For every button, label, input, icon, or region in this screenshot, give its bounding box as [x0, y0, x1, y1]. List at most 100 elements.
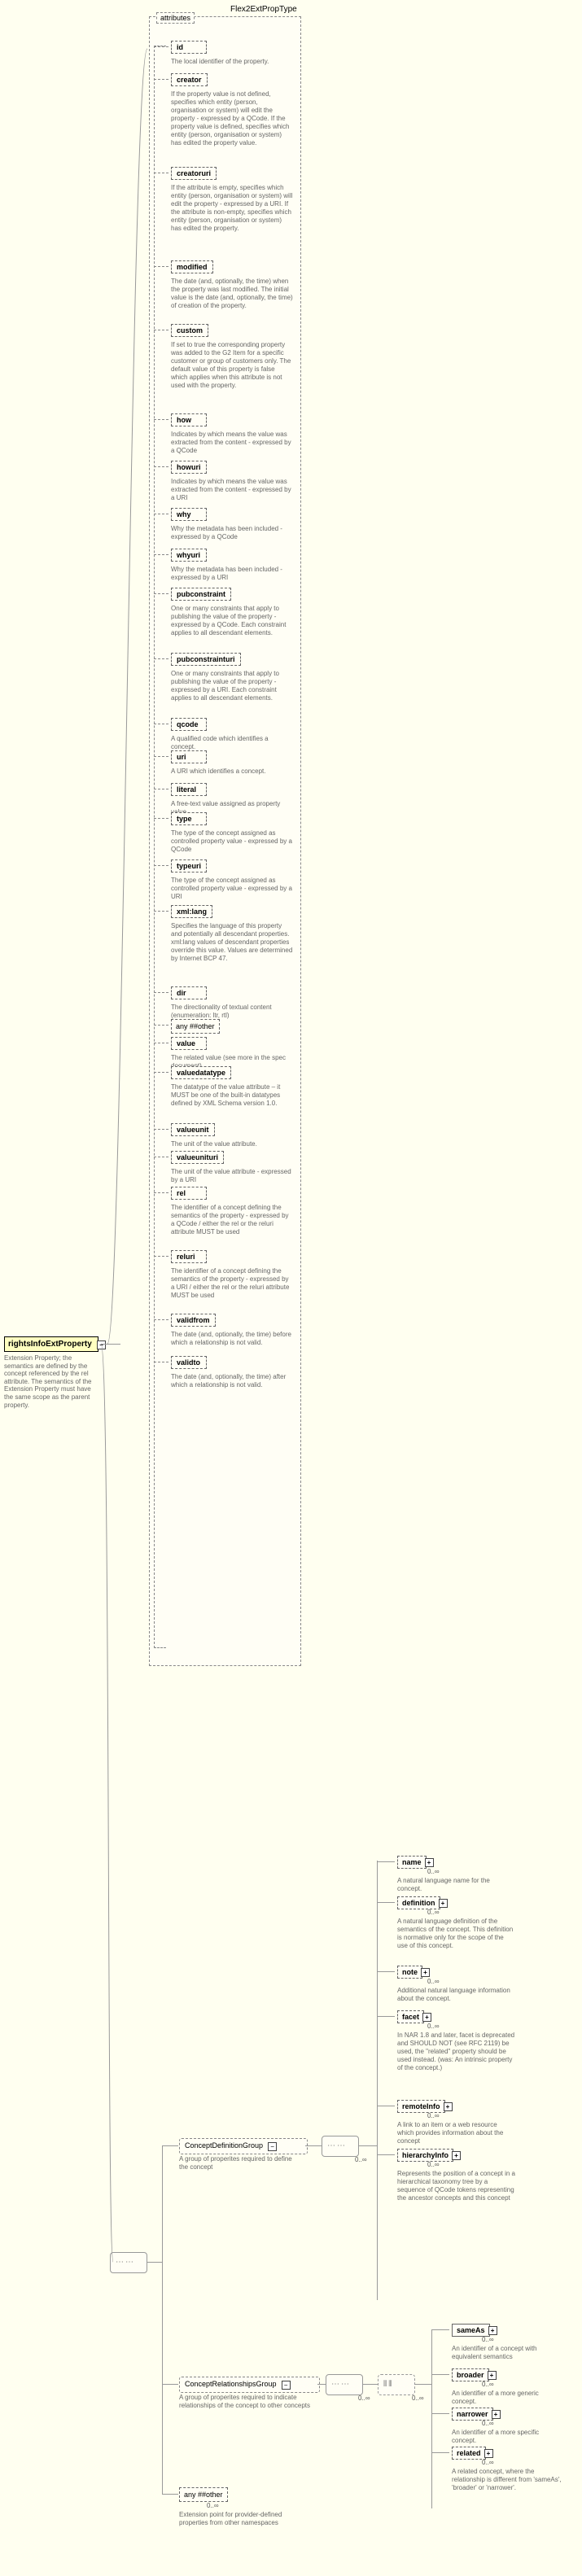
attr-rail — [154, 46, 166, 1648]
cdg-child-facet-desc: In NAR 1.8 and later, facet is deprecate… — [397, 2031, 515, 2072]
attr-how-desc: Indicates by which means the value was e… — [171, 431, 293, 455]
attr-pubconstraint[interactable]: pubconstraint — [171, 588, 231, 601]
attr-custom[interactable]: custom — [171, 324, 208, 337]
cdg-child-hierarchyInfo[interactable]: hierarchyInfo+ — [397, 2149, 453, 2162]
attr-validto[interactable]: validto — [171, 1356, 207, 1369]
expand-icon[interactable]: + — [488, 2326, 497, 2335]
concept-definition-group-box[interactable]: ConceptDefinitionGroup − — [179, 2138, 308, 2154]
attr-xml:lang[interactable]: xml:lang — [171, 905, 212, 918]
attr-id-desc: The local identifier of the property. — [171, 58, 293, 66]
crg-child-related-card: 0..∞ — [482, 2459, 494, 2466]
cdg-child-definition-card: 0..∞ — [427, 1909, 440, 1916]
crg-child-narrower[interactable]: narrower+ — [452, 2408, 493, 2421]
crg-child-narrower-desc: An identifier of a more specific concept… — [452, 2429, 562, 2445]
sequence-dots-icon: ⋯⋯ — [327, 2141, 347, 2150]
concept-definition-group-desc: A group of properites required to define… — [179, 2155, 301, 2171]
attr-creatoruri-desc: If the attribute is empty, specifies whi… — [171, 184, 293, 233]
crg-child-related-desc: A related concept, where the relationshi… — [452, 2468, 562, 2492]
cdg-child-remoteInfo[interactable]: remoteInfo+ — [397, 2100, 445, 2113]
attr-id[interactable]: id — [171, 41, 207, 54]
attr-custom-desc: If set to true the corresponding propert… — [171, 341, 293, 390]
crg-child-sameAs-card: 0..∞ — [482, 2336, 494, 2343]
attr-xml:lang-desc: Specifies the language of this property … — [171, 922, 293, 963]
concept-relationships-group-desc: A group of properites required to indica… — [179, 2394, 313, 2410]
concept-definition-group-label: ConceptDefinitionGroup — [185, 2141, 263, 2151]
attr-valueunituri-desc: The unit of the value attribute - expres… — [171, 1168, 293, 1184]
attr-valueunit-desc: The unit of the value attribute. — [171, 1140, 293, 1148]
attr-value[interactable]: value — [171, 1037, 207, 1050]
attr-valueunituri[interactable]: valueunituri — [171, 1151, 224, 1164]
attr-whyuri-desc: Why the metadata has been included - exp… — [171, 566, 293, 582]
attr-validfrom[interactable]: validfrom — [171, 1314, 216, 1327]
attributes-label: attributes — [156, 12, 195, 24]
expand-icon[interactable]: + — [444, 2102, 453, 2111]
attr-typeuri-desc: The type of the concept assigned as cont… — [171, 877, 293, 901]
attr-pubconstrainturi-desc: One or many constraints that apply to pu… — [171, 670, 293, 702]
attr-reluri-desc: The identifier of a concept defining the… — [171, 1267, 293, 1300]
cdg-child-facet-card: 0..∞ — [427, 2023, 440, 2030]
cdg-child-note-card: 0..∞ — [427, 1978, 440, 1985]
crg-child-sameAs-desc: An identifier of a concept with equivale… — [452, 2345, 562, 2361]
attr-howuri[interactable]: howuri — [171, 461, 207, 474]
expand-icon[interactable]: − — [268, 2142, 277, 2151]
attr-type-desc: The type of the concept assigned as cont… — [171, 829, 293, 854]
expand-icon[interactable]: + — [452, 2151, 461, 2160]
cdg-child-note[interactable]: note+ — [397, 1966, 422, 1979]
expand-icon[interactable]: + — [422, 2013, 431, 2022]
crg-child-related[interactable]: related+ — [452, 2447, 486, 2460]
diagram-canvas: Flex2ExtPropType rightsInfoExtProperty −… — [0, 0, 582, 2576]
attr-qcode[interactable]: qcode — [171, 718, 207, 731]
attr-creator[interactable]: creator — [171, 73, 208, 86]
choice-dots-icon: ⫴⫴ — [383, 2380, 393, 2389]
crg-child-broader-desc: An identifier of a more generic concept. — [452, 2390, 562, 2406]
expand-icon[interactable]: + — [425, 1858, 434, 1867]
top-type-label: Flex2ExtPropType — [230, 5, 297, 14]
attr-pubconstrainturi[interactable]: pubconstrainturi — [171, 653, 241, 666]
attr-whyuri[interactable]: whyuri — [171, 549, 207, 562]
root-element-box[interactable]: rightsInfoExtProperty − — [4, 1336, 98, 1352]
attr-rel-desc: The identifier of a concept defining the… — [171, 1204, 293, 1236]
attr-creator-desc: If the property value is not defined, sp… — [171, 90, 293, 147]
attr-dir[interactable]: dir — [171, 986, 207, 999]
attr-howuri-desc: Indicates by which means the value was e… — [171, 478, 293, 502]
crg-child-broader-card: 0..∞ — [482, 2381, 494, 2388]
expand-icon[interactable]: + — [488, 2371, 497, 2380]
crg-card: 0..∞ — [358, 2394, 370, 2402]
attr-reluri[interactable]: reluri — [171, 1250, 207, 1263]
concept-relationships-group-box[interactable]: ConceptRelationshipsGroup − — [179, 2377, 320, 2393]
cdg-child-name-card: 0..∞ — [427, 1868, 440, 1875]
cdg-child-facet[interactable]: facet+ — [397, 2010, 424, 2023]
attr-uri[interactable]: uri — [171, 750, 207, 763]
attr-type[interactable]: type — [171, 812, 207, 825]
sequence-dots-icon: ⋯⋯ — [331, 2380, 351, 2389]
crg-child-sameAs[interactable]: sameAs+ — [452, 2324, 490, 2337]
expand-icon[interactable]: + — [484, 2449, 493, 2458]
cdg-child-definition[interactable]: definition+ — [397, 1896, 440, 1909]
attr-valueunit[interactable]: valueunit — [171, 1123, 215, 1136]
attr-literal[interactable]: literal — [171, 783, 207, 796]
any-element-box[interactable]: any ##other — [179, 2487, 228, 2502]
expand-icon[interactable]: + — [439, 1899, 448, 1908]
cdg-child-remoteInfo-desc: A link to an item or a web resource whic… — [397, 2121, 515, 2145]
expand-icon[interactable]: − — [282, 2381, 291, 2390]
attr-how[interactable]: how — [171, 413, 207, 426]
attr-pubconstraint-desc: One or many constraints that apply to pu… — [171, 605, 293, 637]
attr-valuedatatype[interactable]: valuedatatype — [171, 1066, 231, 1079]
expand-icon[interactable]: + — [421, 1968, 430, 1977]
attr-creatoruri[interactable]: creatoruri — [171, 167, 217, 180]
attr-rel[interactable]: rel — [171, 1187, 207, 1200]
any-element-card: 0..∞ — [207, 2502, 219, 2509]
expand-icon[interactable]: + — [492, 2410, 501, 2419]
cdg-child-name[interactable]: name+ — [397, 1856, 427, 1869]
attr-why[interactable]: why — [171, 508, 207, 521]
attr-any_attr[interactable]: any ##other — [171, 1019, 220, 1034]
attr-modified[interactable]: modified — [171, 260, 213, 273]
concept-relationships-group-label: ConceptRelationshipsGroup — [185, 2380, 277, 2390]
attr-typeuri[interactable]: typeuri — [171, 859, 207, 873]
cdg-child-hierarchyInfo-desc: Represents the position of a concept in … — [397, 2170, 515, 2202]
attr-valuedatatype-desc: The datatype of the value attribute – it… — [171, 1083, 293, 1108]
cdg-child-name-desc: A natural language name for the concept. — [397, 1877, 515, 1893]
cdg-child-note-desc: Additional natural language information … — [397, 1987, 515, 2003]
crg-child-broader[interactable]: broader+ — [452, 2368, 489, 2381]
sequence-compositor-crg: ⋯⋯ — [326, 2374, 363, 2395]
